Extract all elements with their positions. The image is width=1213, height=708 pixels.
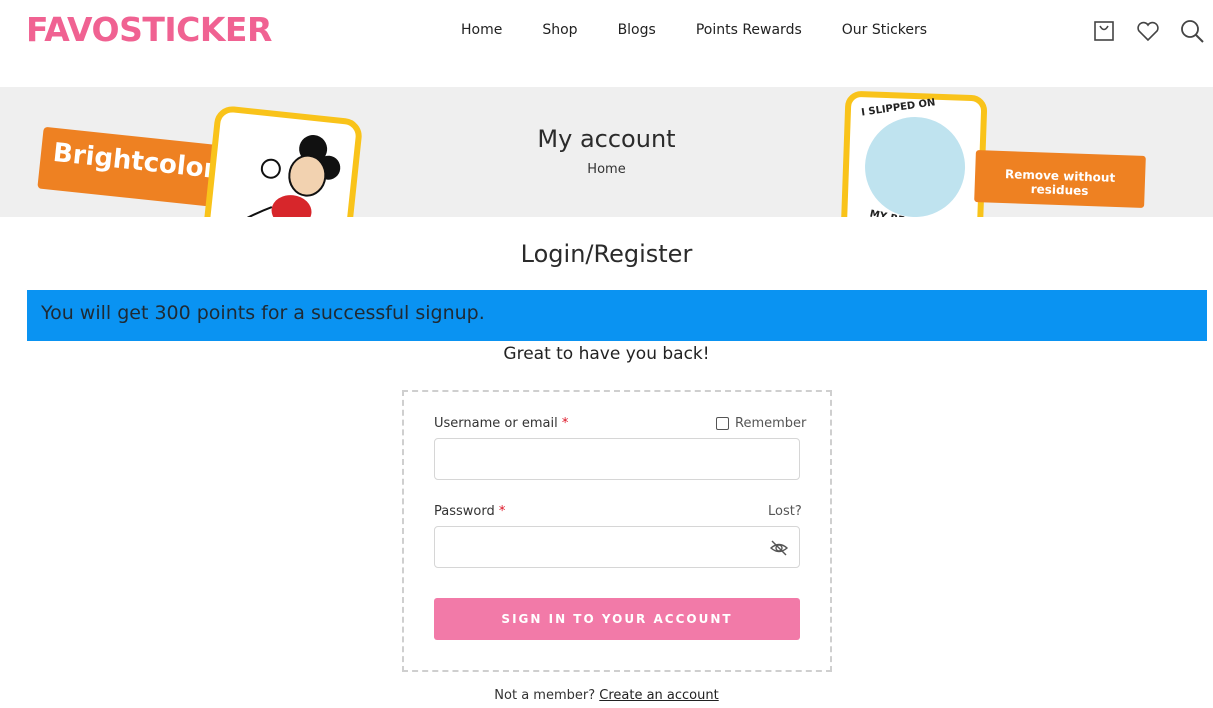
nav-our-stickers[interactable]: Our Stickers — [842, 22, 927, 38]
bag-icon[interactable] — [1091, 18, 1117, 44]
beans-sticker-circle — [863, 115, 967, 217]
create-account-link[interactable]: Create an account — [599, 688, 718, 703]
nav-points-rewards[interactable]: Points Rewards — [696, 22, 802, 38]
mickey-sticker-image — [200, 104, 364, 217]
signup-points-notice: You will get 300 points for a successful… — [27, 290, 1207, 341]
remove-residues-sticker: Remove without residues — [974, 150, 1146, 208]
not-member-text: Not a member? Create an account — [494, 688, 719, 703]
nav-home[interactable]: Home — [461, 22, 502, 38]
page-title: My account — [537, 125, 676, 153]
sign-in-button[interactable]: SIGN IN TO YOUR ACCOUNT — [434, 598, 800, 640]
header-icons — [1091, 18, 1205, 44]
login-form: Username or email * Remember Password * … — [402, 390, 832, 672]
nav-blogs[interactable]: Blogs — [618, 22, 656, 38]
required-mark: * — [498, 504, 506, 519]
password-input[interactable] — [434, 526, 800, 568]
nav-shop[interactable]: Shop — [542, 22, 577, 38]
checkbox-icon[interactable] — [716, 417, 729, 430]
main-nav: Home Shop Blogs Points Rewards Our Stick… — [461, 22, 967, 38]
welcome-text: Great to have you back! — [503, 344, 710, 364]
remember-checkbox[interactable]: Remember — [716, 416, 806, 431]
page-banner: Brightcolor My account Home I SLIPPED ON… — [0, 87, 1213, 217]
username-label: Username or email * — [434, 416, 569, 431]
password-label: Password * — [434, 504, 506, 519]
eye-off-icon[interactable] — [769, 538, 789, 558]
site-header: FAVOSTICKER Home Shop Blogs Points Rewar… — [0, 0, 1213, 87]
search-icon[interactable] — [1179, 18, 1205, 44]
remember-label: Remember — [735, 416, 807, 431]
lost-password-link[interactable]: Lost? — [768, 504, 802, 519]
username-input[interactable] — [434, 438, 800, 480]
login-register-heading: Login/Register — [520, 240, 693, 268]
required-mark: * — [561, 416, 569, 431]
sticker-text-top: I SLIPPED ON — [860, 97, 937, 119]
site-logo[interactable]: FAVOSTICKER — [26, 10, 272, 49]
beans-sticker-image: I SLIPPED ON MY BEANS — [840, 90, 988, 217]
heart-icon[interactable] — [1135, 18, 1161, 44]
